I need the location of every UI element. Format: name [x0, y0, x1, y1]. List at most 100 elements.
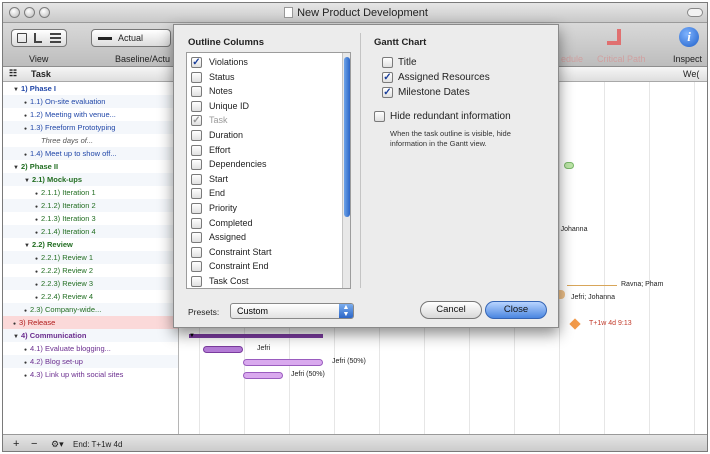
task-outline[interactable]: ▼ 1) Phase I ● 1.1) On-site evaluation ● 1.2)… [3, 82, 179, 434]
column-checkbox[interactable] [191, 217, 202, 229]
task-row[interactable]: ● 2.2.3) Review 3 [3, 277, 178, 290]
gear-icon[interactable]: ⚙▾ [51, 439, 64, 450]
task-row[interactable]: ● 1.1) On-site evaluation [3, 95, 178, 108]
column-option-label: Completed [209, 217, 253, 228]
gantt-label: Jefri; Johanna [571, 294, 615, 301]
release-milestone-icon[interactable] [569, 318, 581, 330]
column-checkbox[interactable] [191, 188, 202, 200]
app-window: New Product Development Actual View Base… [2, 2, 708, 452]
presets-popup[interactable]: Custom ▲ ▼ [230, 303, 354, 319]
task-row[interactable]: ● 1.4) Meet up to show off... [3, 147, 178, 160]
task-row[interactable]: ● 2.1.1) Iteration 1 [3, 186, 178, 199]
column-checkbox[interactable] [191, 86, 202, 98]
column-checkbox[interactable]: ✓ [191, 57, 202, 68]
column-checkbox[interactable] [191, 144, 202, 156]
task-row[interactable]: ● 2.1.4) Iteration 4 [3, 225, 178, 238]
task-row[interactable]: ● 4.1) Evaluate blogging... [3, 342, 178, 355]
task-row[interactable]: ● 1.3) Freeform Prototyping [3, 121, 178, 134]
remove-task-button[interactable]: − [31, 438, 37, 450]
column-checkbox[interactable] [191, 203, 202, 214]
dependency-line [567, 285, 617, 286]
gantt-option-label: Assigned Resources [398, 72, 490, 83]
task-view-icon[interactable] [34, 33, 42, 43]
task-row[interactable]: ● 4.2) Blog set-up [3, 355, 178, 368]
resource-view-icon[interactable] [50, 33, 61, 43]
add-task-button[interactable]: + [13, 438, 19, 450]
task-row[interactable]: Three days of... [3, 134, 178, 147]
column-checkbox[interactable] [191, 71, 202, 83]
task-title: 2.2) Review [32, 240, 73, 249]
cancel-button[interactable]: Cancel [420, 301, 482, 319]
title-bar: New Product Development [3, 3, 707, 23]
gantt-bar-4-2[interactable] [243, 359, 323, 366]
task-row[interactable]: ● 2.1.2) Iteration 2 [3, 199, 178, 212]
task-row[interactable]: ● 2.2.4) Review 4 [3, 290, 178, 303]
task-title: 2.1.1) Iteration 1 [41, 188, 96, 197]
task-title: 1) Phase I [21, 84, 57, 93]
critical-path-icon[interactable] [607, 29, 621, 45]
task-row[interactable]: ● 2.2.2) Review 2 [3, 264, 178, 277]
column-checkbox[interactable] [191, 261, 202, 273]
outline-columns-list[interactable]: ✓ Violations Status Notes Unique ID ✓ Task Dura… [186, 52, 351, 289]
gantt-bar-4-1[interactable] [203, 346, 243, 353]
view-segmented-control[interactable] [11, 29, 67, 47]
baseline-value: Actual [118, 33, 144, 43]
schedule-tool-label[interactable]: edule [561, 54, 583, 64]
task-row[interactable]: ● 2.1.3) Iteration 3 [3, 212, 178, 225]
task-row[interactable]: ● 1.2) Meeting with venue... [3, 108, 178, 121]
column-checkbox[interactable] [191, 130, 202, 141]
outline-menu-icon[interactable]: ☷ [9, 68, 17, 79]
task-title: 1.1) On-site evaluation [30, 97, 106, 106]
column-checkbox[interactable] [191, 246, 202, 258]
release-milestone-label: T+1w 4d 9:13 [589, 320, 632, 327]
gantt-option-checkbox[interactable] [382, 57, 393, 68]
presets-label: Presets: [188, 307, 220, 317]
gantt-chart-title: Gantt Chart [374, 37, 427, 48]
hide-redundant-checkbox[interactable] [374, 111, 385, 122]
toolbar-toggle-button[interactable] [687, 8, 703, 17]
column-option-label: Constraint End [209, 261, 269, 272]
inspect-button[interactable]: i [679, 27, 699, 47]
outline-view-icon[interactable] [17, 33, 27, 43]
column-checkbox: ✓ [191, 115, 202, 127]
task-row[interactable]: ▼ 4) Communication [3, 329, 178, 342]
gantt-option-checkbox[interactable]: ✓ [382, 87, 393, 98]
task-row[interactable]: ▼ 2.2) Review [3, 238, 178, 251]
close-button[interactable]: Close [485, 301, 547, 319]
task-title: 3) Release [19, 318, 56, 327]
gantt-summary-communication[interactable] [189, 334, 323, 338]
gantt-bar-4-3[interactable] [243, 372, 283, 379]
task-row[interactable]: ● 2.2.1) Review 1 [3, 251, 178, 264]
critical-path-tool-label[interactable]: Critical Path [597, 54, 646, 64]
task-row[interactable]: ▼ 1) Phase I [3, 82, 178, 95]
column-checkbox[interactable] [191, 276, 202, 287]
gantt-bar-phase2[interactable] [564, 162, 574, 169]
task-row[interactable]: ● 4.3) Link up with social sites [3, 368, 178, 381]
task-title: 2.2.2) Review 2 [41, 266, 94, 275]
column-option-label: Unique ID [209, 100, 250, 111]
project-end-text: End: T+1w 4d [73, 440, 123, 449]
scrollbar-thumb[interactable] [344, 57, 350, 217]
gantt-label: Ravna; Pham [621, 281, 664, 288]
gantt-label: Jefri (50%) [291, 371, 325, 378]
column-option-label: Violations [209, 57, 248, 67]
column-checkbox[interactable] [191, 100, 202, 112]
task-row[interactable]: ▼ 2.1) Mock-ups [3, 173, 178, 186]
gantt-option-checkbox[interactable]: ✓ [382, 72, 393, 83]
columns-scrollbar[interactable] [342, 53, 350, 288]
column-checkbox[interactable] [191, 159, 202, 171]
column-option-label: Status [209, 71, 235, 82]
task-row[interactable]: ● 3) Release [3, 316, 178, 329]
column-checkbox[interactable] [191, 173, 202, 185]
task-title: 2) Phase II [21, 162, 59, 171]
task-title: 2.1.4) Iteration 4 [41, 227, 96, 236]
column-option-label: Start [209, 173, 229, 184]
column-checkbox[interactable] [191, 232, 202, 244]
baseline-popup[interactable]: Actual [91, 29, 171, 47]
task-column-header[interactable]: Task [31, 69, 51, 79]
task-title: 1.2) Meeting with venue... [30, 110, 116, 119]
task-row[interactable]: ▼ 2) Phase II [3, 160, 178, 173]
task-title: 2.1) Mock-ups [32, 175, 83, 184]
task-row[interactable]: ● 2.3) Company-wide... [3, 303, 178, 316]
task-title: 4) Communication [21, 331, 87, 340]
